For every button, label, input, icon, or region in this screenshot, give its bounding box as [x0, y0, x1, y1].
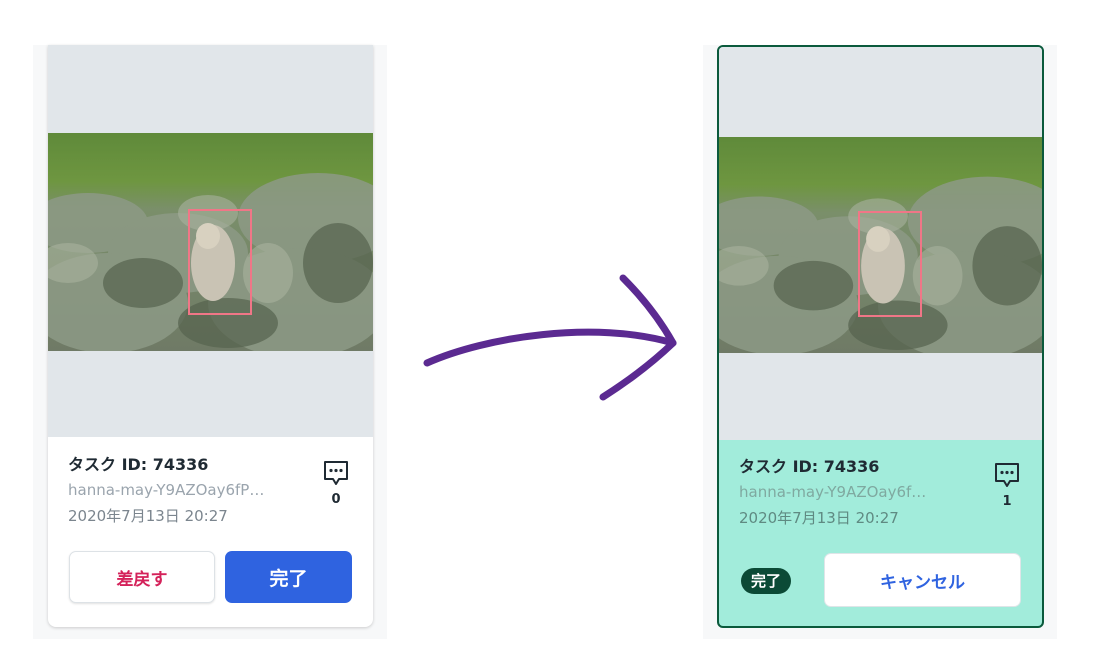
task-date: 2020年7月13日 20:27 [739, 509, 899, 527]
comment-count: 1 [1002, 494, 1012, 509]
comment-count: 0 [331, 492, 341, 507]
arrow-icon [423, 274, 677, 401]
transition-arrow [415, 265, 685, 414]
bounding-box[interactable] [858, 211, 922, 317]
comment-icon [324, 461, 348, 485]
task-info: タスク ID: 74336 hanna-may-Y9AZOay6f… 2020年… [739, 455, 1030, 531]
status-badge: 完了 [741, 568, 792, 594]
task-id: タスク ID: 74336 [739, 457, 880, 476]
task-card-after[interactable]: タスク ID: 74336 hanna-may-Y9AZOay6f… 2020年… [717, 45, 1044, 628]
return-button[interactable]: 差戻す [69, 551, 215, 603]
image-area [719, 47, 1042, 440]
task-photo[interactable] [48, 133, 373, 351]
comment-button[interactable]: 1 [989, 461, 1025, 509]
task-photo[interactable] [719, 137, 1042, 353]
cancel-button[interactable]: キャンセル [824, 553, 1021, 607]
bounding-box[interactable] [188, 209, 252, 315]
comment-button[interactable]: 0 [318, 459, 354, 507]
image-area [48, 45, 373, 437]
task-card-before[interactable]: タスク ID: 74336 hanna-may-Y9AZOay6fP… 2020… [48, 45, 373, 627]
file-name: hanna-may-Y9AZOay6fP… [68, 481, 265, 499]
complete-button[interactable]: 完了 [225, 551, 352, 603]
comment-icon [995, 463, 1019, 487]
file-name: hanna-may-Y9AZOay6f… [739, 483, 927, 501]
